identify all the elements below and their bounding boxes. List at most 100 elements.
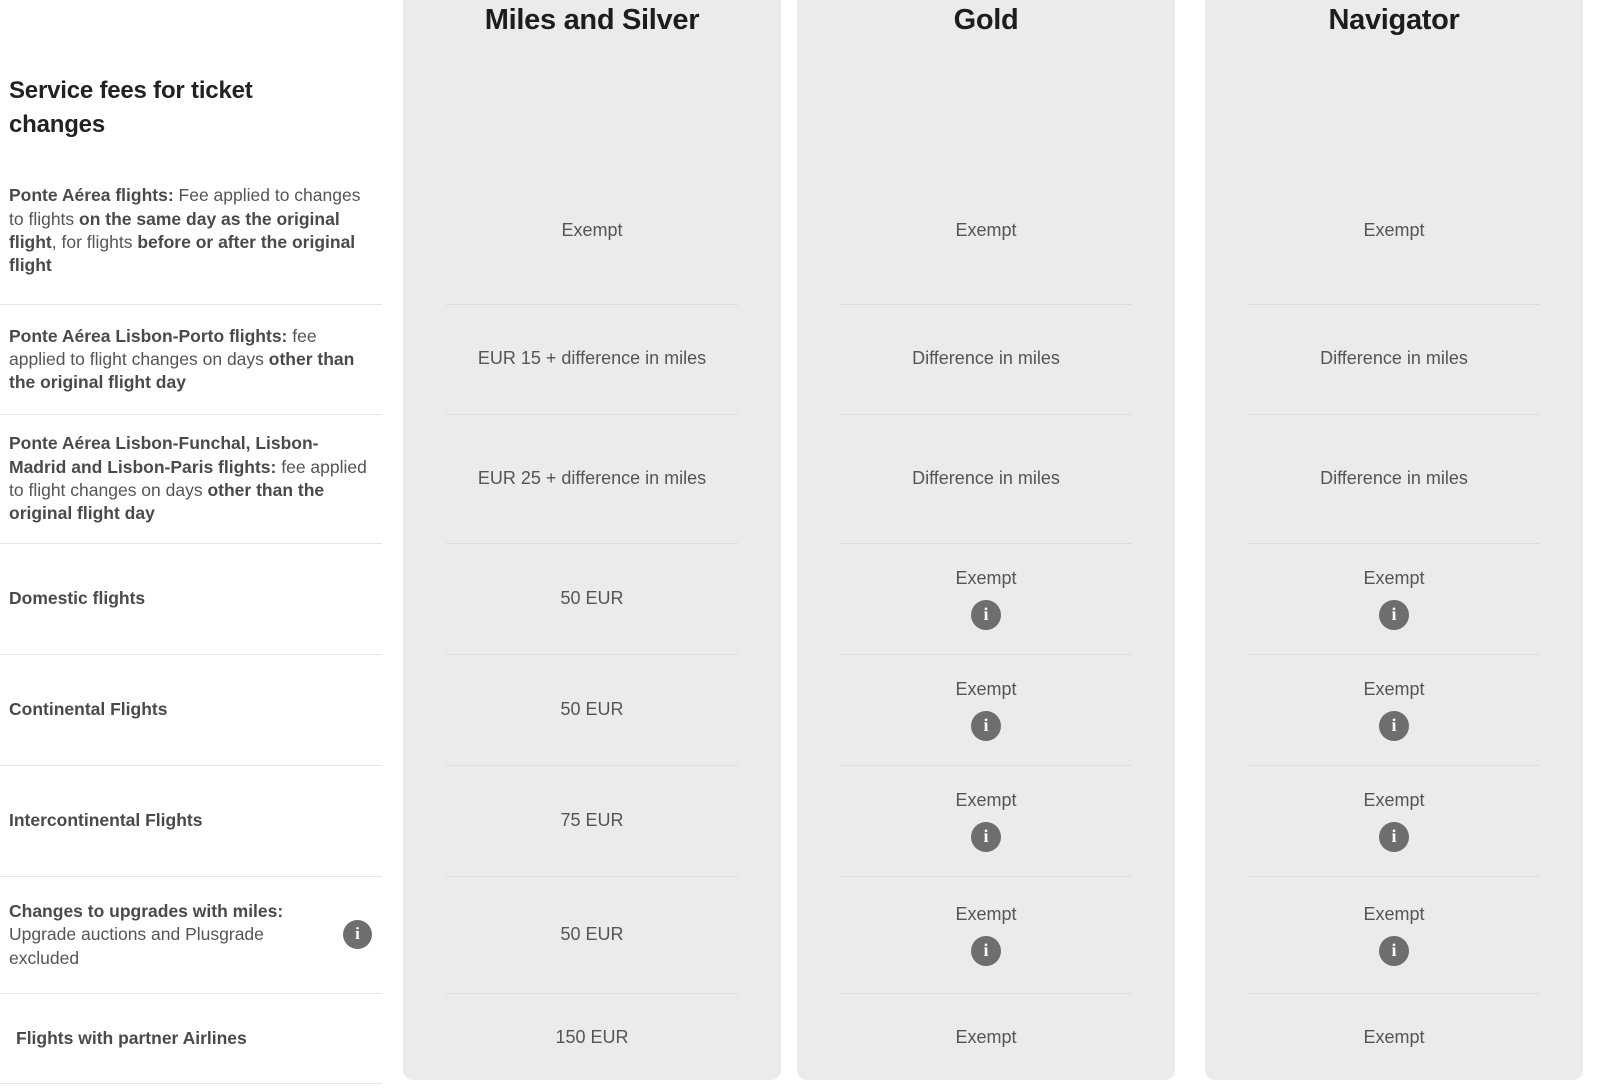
cell-divider	[446, 876, 738, 877]
fee-value: 150 EUR	[555, 1027, 629, 1048]
cell-divider	[446, 765, 738, 766]
cell-divider	[1248, 654, 1540, 655]
fee-cell: Exempt i	[1205, 765, 1583, 876]
plan-column-title: Miles and Silver	[484, 4, 700, 36]
plan-column-card: Gold Exempt Difference in miles Difference …	[797, 0, 1175, 1080]
cell-divider	[1248, 876, 1540, 877]
cell-divider	[1248, 543, 1540, 544]
fee-value: Exempt	[561, 220, 623, 241]
fee-cell: 50 EUR	[403, 543, 781, 654]
table-row-label: Ponte Aérea Lisbon-Funchal, Lisbon-Madri…	[0, 414, 382, 543]
fee-cell: EUR 15 + difference in miles	[403, 304, 781, 414]
fee-value: Exempt	[1363, 789, 1425, 810]
cell-divider	[446, 414, 738, 415]
fee-cell: Difference in miles	[797, 304, 1175, 414]
info-glyph: i	[355, 924, 360, 944]
fee-info-icon[interactable]: i	[971, 822, 1001, 853]
fee-value: Exempt	[955, 678, 1017, 699]
fee-cell: Exempt	[1205, 158, 1583, 304]
fee-value: Exempt	[955, 1027, 1017, 1048]
fee-info-icon[interactable]: i	[971, 600, 1001, 631]
cell-divider	[1248, 993, 1540, 994]
row-label-text: Domestic flights	[9, 588, 146, 609]
row-label-text: Changes to upgrades with miles: Upgrade …	[9, 901, 284, 968]
fee-value: Exempt	[955, 789, 1017, 810]
row-divider	[0, 1083, 382, 1084]
fee-value: Difference in miles	[1320, 467, 1468, 488]
fee-info-icon[interactable]: i	[971, 936, 1001, 967]
plan-column-title: Navigator	[1328, 4, 1460, 36]
plan-column-card: Miles and Silver Exempt EUR 15 + differenc…	[403, 0, 781, 1080]
page-title: Service fees for ticket changes	[9, 77, 253, 139]
fee-cell: Exempt i	[797, 543, 1175, 654]
fee-cell: Exempt i	[1205, 654, 1583, 765]
cell-divider	[446, 304, 738, 305]
fee-info-icon[interactable]: i	[1379, 600, 1409, 631]
table-row-label: Ponte Aérea flights: Fee applied to chan…	[0, 158, 382, 304]
fee-cell: EUR 25 + difference in miles	[403, 414, 781, 543]
fee-value: Exempt	[1363, 567, 1425, 588]
table-row-label: Intercontinental Flights	[0, 765, 382, 876]
fee-info-icon[interactable]: i	[971, 711, 1001, 742]
info-glyph: i	[983, 604, 989, 625]
fee-value: Exempt	[1363, 903, 1425, 924]
fee-value: Exempt	[955, 567, 1017, 588]
fee-info-icon[interactable]: i	[1379, 936, 1409, 967]
cell-divider	[840, 414, 1132, 415]
table-row-label: Ponte Aérea Lisbon-Porto flights: fee ap…	[0, 304, 382, 414]
fee-cell: 75 EUR	[403, 765, 781, 876]
fee-value: 50 EUR	[560, 923, 624, 944]
table-row-label: Domestic flights	[0, 543, 382, 654]
table-row-label: Flights with partner Airlines	[0, 993, 382, 1083]
cell-divider	[446, 543, 738, 544]
info-glyph: i	[983, 826, 989, 847]
fee-value: Difference in miles	[912, 348, 1060, 369]
fee-value: Difference in miles	[912, 467, 1060, 488]
cell-divider	[840, 876, 1132, 877]
cell-divider	[446, 993, 738, 994]
info-glyph: i	[1391, 604, 1397, 625]
cell-divider	[840, 765, 1132, 766]
plan-column-card: Navigator Exempt Difference in miles Differ…	[1205, 0, 1583, 1080]
fee-value: 50 EUR	[560, 587, 624, 608]
row-label-text: Flights with partner Airlines	[16, 1027, 247, 1048]
cell-divider	[446, 654, 738, 655]
row-label-text: Ponte Aérea Lisbon-Funchal, Lisbon-Madri…	[9, 433, 367, 524]
fee-cell: Exempt	[797, 993, 1175, 1080]
cell-divider	[840, 654, 1132, 655]
info-glyph: i	[1391, 715, 1397, 736]
fee-cell: Difference in miles	[1205, 304, 1583, 414]
table-row-label: Changes to upgrades with miles: Upgrade …	[0, 876, 382, 993]
row-label-text: Ponte Aérea Lisbon-Porto flights: fee ap…	[9, 325, 355, 393]
fee-cell: Exempt	[403, 158, 781, 304]
fee-cell: 50 EUR	[403, 876, 781, 993]
row-info-icon[interactable]: i	[343, 920, 372, 950]
fee-cell: Exempt	[797, 158, 1175, 304]
info-glyph: i	[983, 715, 989, 736]
fee-value: EUR 25 + difference in miles	[477, 467, 707, 488]
fee-cell: Exempt i	[797, 654, 1175, 765]
fee-cell: 150 EUR	[403, 993, 781, 1080]
fee-cell: Difference in miles	[797, 414, 1175, 543]
fee-cell: Exempt i	[1205, 876, 1583, 993]
fee-value: Exempt	[1363, 678, 1425, 699]
fee-cell: Difference in miles	[1205, 414, 1583, 543]
row-label-text: Continental Flights	[9, 699, 168, 720]
fee-value: Exempt	[1363, 220, 1425, 241]
fee-cell: 50 EUR	[403, 654, 781, 765]
cell-divider	[1248, 414, 1540, 415]
fee-value: 50 EUR	[560, 698, 624, 719]
fee-comparison-table: Service fees for ticket changes Ponte Aé…	[0, 0, 1600, 1088]
info-glyph: i	[1391, 826, 1397, 847]
fee-value: 75 EUR	[560, 809, 624, 830]
fee-info-icon[interactable]: i	[1379, 711, 1409, 742]
fee-value: Difference in miles	[1320, 348, 1468, 369]
cell-divider	[840, 304, 1132, 305]
fee-info-icon[interactable]: i	[1379, 822, 1409, 853]
row-label-text: Intercontinental Flights	[9, 810, 203, 831]
cell-divider	[840, 993, 1132, 994]
fee-cell: Exempt i	[1205, 543, 1583, 654]
fee-cell: Exempt i	[797, 876, 1175, 993]
info-glyph: i	[1391, 940, 1397, 961]
row-label-column: Service fees for ticket changes Ponte Aé…	[0, 0, 382, 1088]
